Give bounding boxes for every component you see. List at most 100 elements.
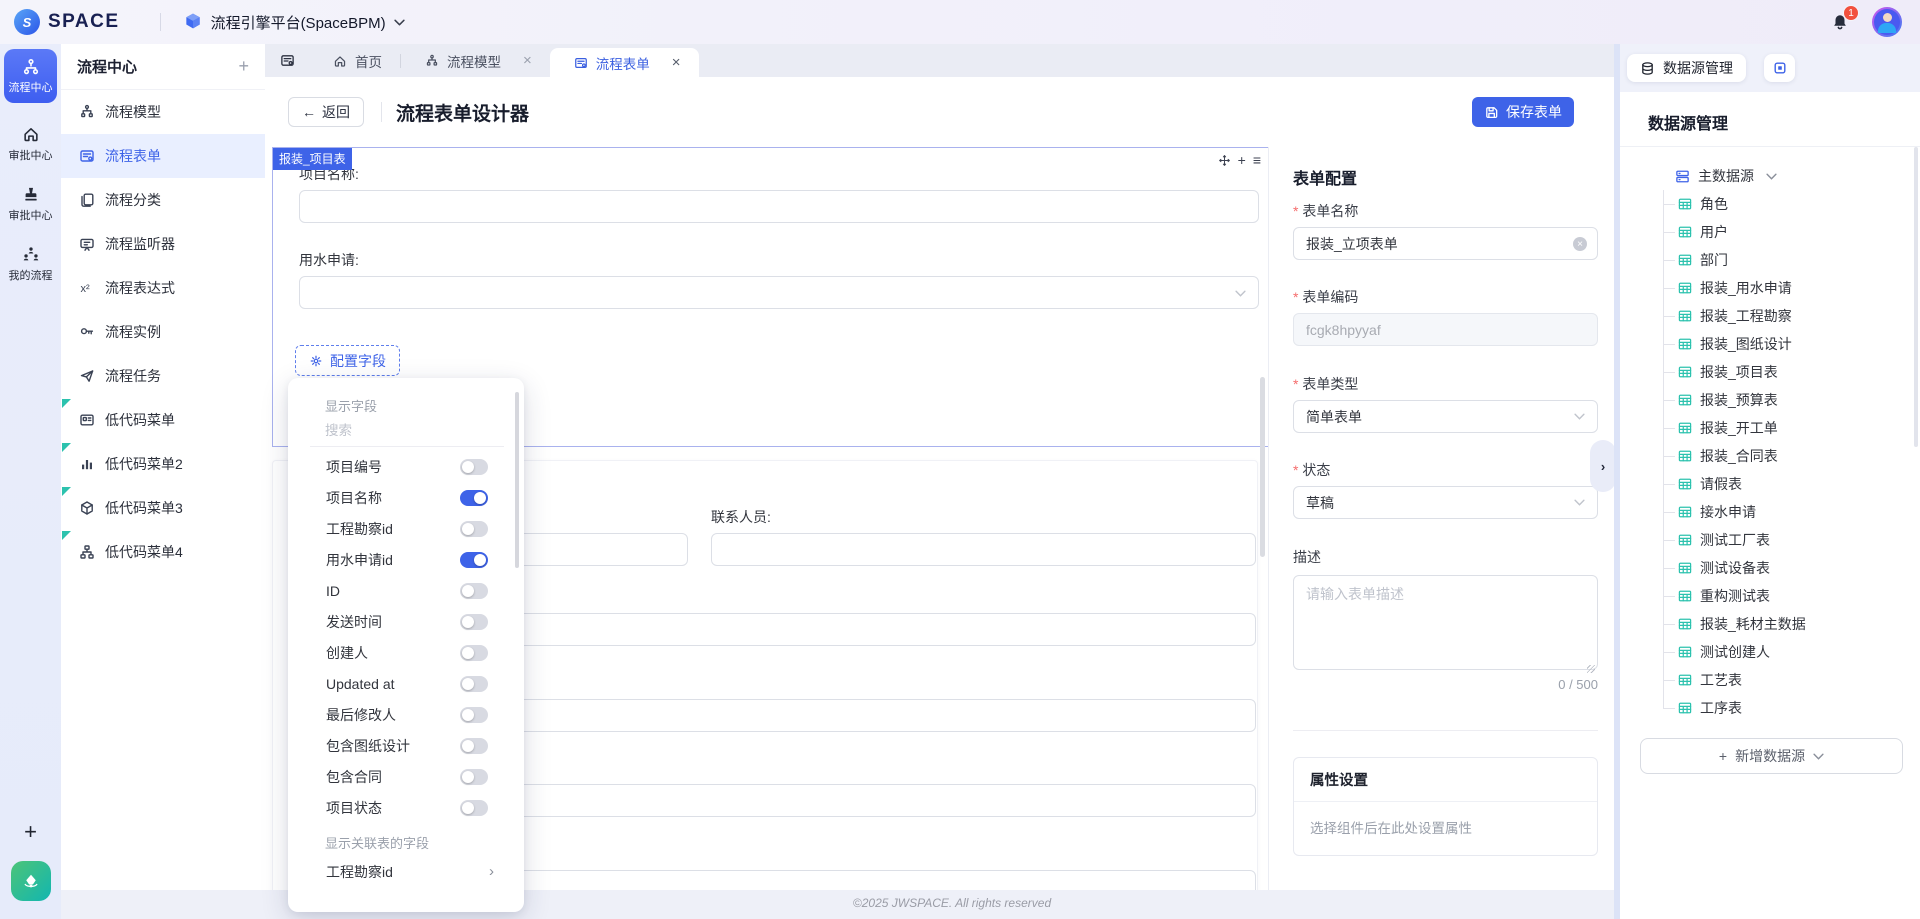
back-button[interactable]: ← 返回: [288, 97, 364, 127]
table-icon: [1678, 701, 1692, 715]
sidebar-item-flow-form[interactable]: 流程表单: [61, 134, 265, 178]
datasource-table-item[interactable]: 测试设备表: [1620, 554, 1912, 582]
datasource-table-item[interactable]: 报装_开工单: [1620, 414, 1912, 442]
toggle-switch[interactable]: [460, 614, 488, 630]
rail-add-button[interactable]: +: [24, 819, 37, 845]
field-toggle-label: 发送时间: [326, 612, 382, 632]
project-name-input[interactable]: [299, 190, 1259, 223]
toggle-switch[interactable]: [460, 552, 488, 568]
sidebar-item-flow-model[interactable]: 流程模型: [61, 90, 265, 134]
toggle-switch[interactable]: [460, 583, 488, 599]
form-status-label: 状态: [1293, 460, 1330, 480]
close-icon[interactable]: ×: [672, 54, 681, 71]
datasource-table-item[interactable]: 报装_图纸设计: [1620, 330, 1912, 358]
menu-icon[interactable]: ≡: [1253, 153, 1261, 167]
collapse-panel-button[interactable]: ›: [1590, 440, 1616, 492]
datasource-table-item[interactable]: 请假表: [1620, 470, 1912, 498]
move-icon[interactable]: [1218, 154, 1231, 167]
toggle-switch[interactable]: [460, 676, 488, 692]
dropdown-header: 显示字段: [288, 392, 524, 417]
add-field-icon[interactable]: +: [1238, 153, 1246, 167]
sidebar-item-lowcode-4[interactable]: 低代码菜单4: [61, 530, 265, 574]
form-status-select[interactable]: 草稿: [1293, 486, 1598, 519]
datasource-table-item[interactable]: 工艺表: [1620, 666, 1912, 694]
rail-item-approval-center-2[interactable]: 审批中心: [9, 185, 53, 223]
field-toggle-row: 项目名称: [288, 482, 524, 513]
tab-label: 流程表单: [596, 53, 650, 73]
sidebar-item-label: 流程分类: [105, 190, 161, 210]
datasource-table-item[interactable]: 报装_合同表: [1620, 442, 1912, 470]
configure-fields-label: 配置字段: [330, 351, 386, 371]
table-icon: [1678, 337, 1692, 351]
toggle-switch[interactable]: [460, 490, 488, 506]
form-name-input[interactable]: [1293, 227, 1598, 260]
datasource-table-item[interactable]: 报装_工程勘察: [1620, 302, 1912, 330]
datasource-table-item[interactable]: 用户: [1620, 218, 1912, 246]
sidebar-item-lowcode-2[interactable]: 低代码菜单2: [61, 442, 265, 486]
datasource-toggle-button[interactable]: 数据源管理: [1627, 54, 1746, 82]
toggle-switch[interactable]: [460, 459, 488, 475]
sidebar-item-lowcode-3[interactable]: 低代码菜单3: [61, 486, 265, 530]
props-card: 属性设置 选择组件后在此处设置属性: [1293, 757, 1598, 856]
datasource-root-item[interactable]: 主数据源: [1620, 162, 1912, 190]
form-desc-textarea[interactable]: [1293, 575, 1598, 670]
contact-input[interactable]: [711, 533, 1256, 566]
water-apply-select[interactable]: [299, 276, 1259, 309]
avatar[interactable]: [1872, 7, 1902, 37]
datasource-table-item[interactable]: 报装_项目表: [1620, 358, 1912, 386]
datasource-table-item[interactable]: 角色: [1620, 190, 1912, 218]
toggle-switch[interactable]: [460, 521, 488, 537]
resize-handle-icon[interactable]: [1587, 665, 1595, 673]
form-type-select[interactable]: 简单表单: [1293, 400, 1598, 433]
toggle-switch[interactable]: [460, 645, 488, 661]
sidebar-item-flow-task[interactable]: 流程任务: [61, 354, 265, 398]
datasource-table-item[interactable]: 部门: [1620, 246, 1912, 274]
table-icon: [1678, 533, 1692, 547]
sidebar-item-lowcode-1[interactable]: 低代码菜单: [61, 398, 265, 442]
designer-shortcut-button[interactable]: [11, 861, 51, 901]
rail-item-process-center[interactable]: 流程中心: [4, 49, 57, 103]
sidebar-item-flow-category[interactable]: 流程分类: [61, 178, 265, 222]
sidebar-item-flow-instance[interactable]: 流程实例: [61, 310, 265, 354]
sidebar-add-icon[interactable]: +: [238, 56, 249, 77]
toggle-switch[interactable]: [460, 769, 488, 785]
field-toggle-label: 创建人: [326, 643, 368, 663]
component-panel-button[interactable]: [1764, 54, 1795, 82]
chevron-down-icon[interactable]: [394, 19, 405, 26]
sidebar-item-flow-listener[interactable]: 流程监听器: [61, 222, 265, 266]
sidebar-item-flow-expression[interactable]: x² 流程表达式: [61, 266, 265, 310]
toggle-switch[interactable]: [460, 800, 488, 816]
datasource-table-item[interactable]: 报装_耗材主数据: [1620, 610, 1912, 638]
datasource-table-item[interactable]: 报装_预算表: [1620, 386, 1912, 414]
close-icon[interactable]: ×: [523, 52, 532, 69]
tab-home[interactable]: 首页: [309, 44, 400, 77]
tab-flow-model[interactable]: 流程模型 ×: [401, 44, 550, 77]
add-datasource-button[interactable]: + 新增数据源: [1640, 738, 1903, 774]
datasource-table-label: 报装_图纸设计: [1700, 334, 1792, 354]
configure-fields-button[interactable]: 配置字段: [295, 345, 400, 376]
datasource-table-label: 报装_项目表: [1700, 362, 1778, 382]
datasource-table-label: 测试设备表: [1700, 558, 1770, 578]
datasource-table-item[interactable]: 重构测试表: [1620, 582, 1912, 610]
rail-item-my-processes[interactable]: 我的流程: [9, 245, 53, 283]
datasource-table-item[interactable]: 接水申请: [1620, 498, 1912, 526]
datasource-table-item[interactable]: 报装_用水申请: [1620, 274, 1912, 302]
tab-flow-form[interactable]: 流程表单 ×: [550, 48, 699, 77]
toggle-switch[interactable]: [460, 738, 488, 754]
datasource-scrollbar[interactable]: [1914, 147, 1918, 447]
clear-icon[interactable]: ×: [1573, 237, 1587, 251]
sidebar-item-label: 流程模型: [105, 102, 161, 122]
related-field-item[interactable]: 工程勘察id ›: [288, 856, 524, 887]
datasource-table-item[interactable]: 工序表: [1620, 694, 1912, 722]
save-form-button[interactable]: 保存表单: [1472, 97, 1574, 127]
datasource-table-item[interactable]: 测试创建人: [1620, 638, 1912, 666]
rail-item-approval-center-1[interactable]: 审批中心: [9, 125, 53, 163]
tab-list-icon[interactable]: [280, 53, 295, 68]
notifications-button[interactable]: 1: [1830, 12, 1850, 32]
toggle-switch[interactable]: [460, 707, 488, 723]
datasource-table-item[interactable]: 测试工厂表: [1620, 526, 1912, 554]
canvas-scrollbar[interactable]: [1260, 377, 1265, 557]
app-switcher[interactable]: 流程引擎平台(SpaceBPM): [211, 12, 386, 33]
dropdown-scrollbar[interactable]: [515, 392, 519, 568]
field-search-input[interactable]: [288, 417, 488, 446]
